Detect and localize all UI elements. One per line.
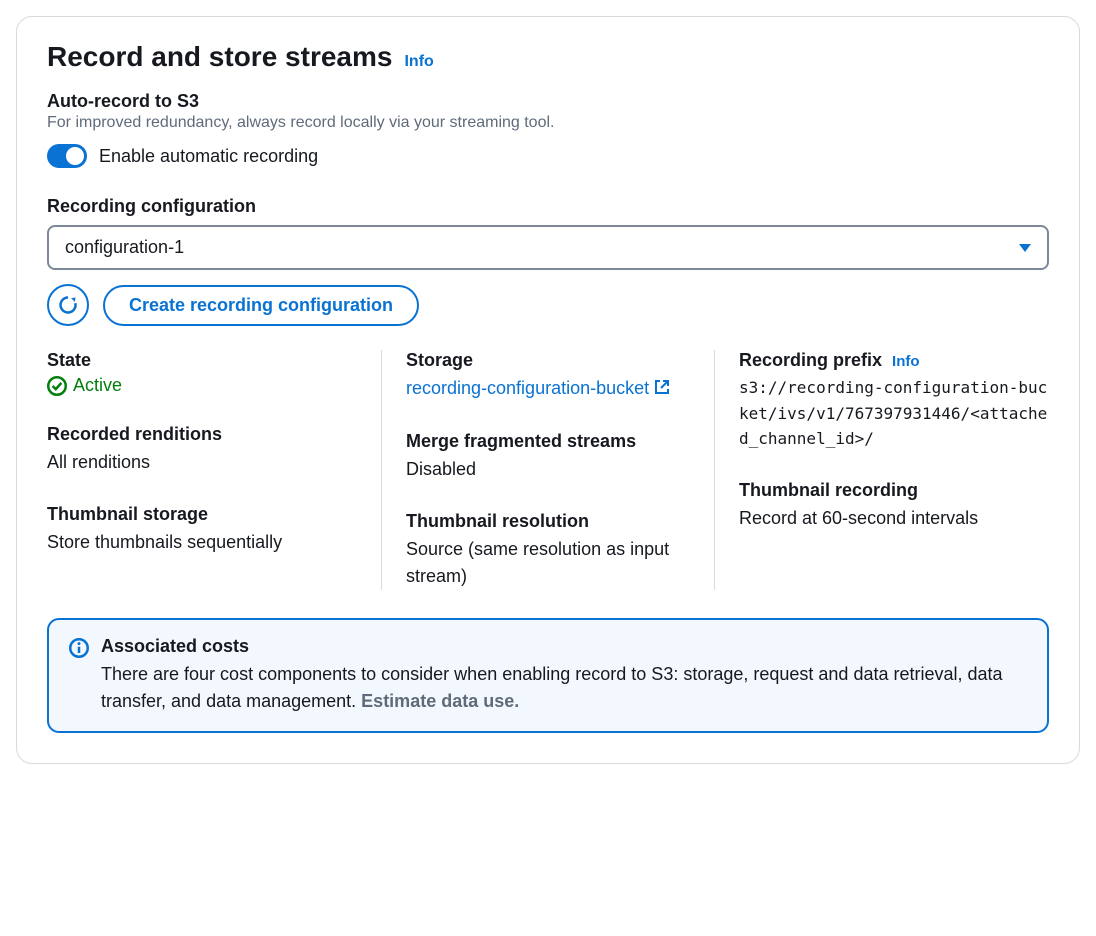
panel-title: Record and store streams: [47, 41, 392, 73]
auto-record-section: Auto-record to S3 For improved redundanc…: [47, 91, 1049, 168]
toggle-row: Enable automatic recording: [47, 144, 1049, 168]
thumb-recording-item: Thumbnail recording Record at 60-second …: [739, 480, 1049, 532]
recording-config-value: configuration-1: [65, 237, 184, 258]
panel-header: Record and store streams Info: [47, 41, 1049, 73]
storage-link[interactable]: recording-configuration-bucket: [406, 378, 670, 398]
storage-label: Storage: [406, 350, 690, 371]
merge-item: Merge fragmented streams Disabled: [406, 431, 690, 483]
prefix-value: s3://recording-configuration-bucket/ivs/…: [739, 375, 1049, 452]
enable-recording-toggle[interactable]: [47, 144, 87, 168]
chevron-down-icon: [1019, 244, 1031, 252]
thumb-storage-value: Store thumbnails sequentially: [47, 529, 357, 556]
details-col-1: State Active Recorded renditions All ren…: [47, 350, 381, 590]
merge-label: Merge fragmented streams: [406, 431, 690, 452]
thumb-storage-label: Thumbnail storage: [47, 504, 357, 525]
panel-info-link[interactable]: Info: [404, 53, 433, 71]
thumb-resolution-label: Thumbnail resolution: [406, 511, 690, 532]
prefix-info-link[interactable]: Info: [892, 353, 920, 370]
create-config-button[interactable]: Create recording configuration: [103, 285, 419, 326]
thumb-resolution-item: Thumbnail resolution Source (same resolu…: [406, 511, 690, 590]
renditions-label: Recorded renditions: [47, 424, 357, 445]
renditions-item: Recorded renditions All renditions: [47, 424, 357, 476]
estimate-link[interactable]: Estimate data use.: [361, 691, 519, 711]
refresh-button[interactable]: [47, 284, 89, 326]
alert-text: There are four cost components to consid…: [101, 661, 1027, 715]
thumb-resolution-value: Source (same resolution as input stream): [406, 536, 690, 590]
recording-config-section: Recording configuration configuration-1 …: [47, 196, 1049, 326]
storage-item: Storage recording-configuration-bucket: [406, 350, 690, 403]
info-icon: [69, 638, 89, 715]
auto-record-hint: For improved redundancy, always record l…: [47, 114, 1049, 132]
state-text: Active: [73, 375, 122, 396]
details-grid: State Active Recorded renditions All ren…: [47, 350, 1049, 590]
thumb-recording-value: Record at 60-second intervals: [739, 505, 1049, 532]
alert-body: There are four cost components to consid…: [101, 664, 1003, 711]
check-circle-icon: [47, 376, 67, 396]
external-link-icon: [654, 379, 670, 395]
merge-value: Disabled: [406, 456, 690, 483]
state-label: State: [47, 350, 357, 371]
storage-value-wrap: recording-configuration-bucket: [406, 375, 690, 403]
prefix-item: Recording prefix Info s3://recording-con…: [739, 350, 1049, 452]
alert-content: Associated costs There are four cost com…: [101, 636, 1027, 715]
alert-title: Associated costs: [101, 636, 1027, 657]
config-button-row: Create recording configuration: [47, 284, 1049, 326]
recording-config-select[interactable]: configuration-1: [47, 225, 1049, 270]
thumb-recording-label: Thumbnail recording: [739, 480, 1049, 501]
state-value: Active: [47, 375, 357, 396]
renditions-value: All renditions: [47, 449, 357, 476]
record-store-panel: Record and store streams Info Auto-recor…: [16, 16, 1080, 764]
storage-link-text: recording-configuration-bucket: [406, 378, 649, 398]
costs-alert: Associated costs There are four cost com…: [47, 618, 1049, 733]
recording-config-label: Recording configuration: [47, 196, 1049, 217]
state-item: State Active: [47, 350, 357, 396]
details-col-2: Storage recording-configuration-bucket M…: [381, 350, 715, 590]
prefix-label-row: Recording prefix Info: [739, 350, 1049, 371]
refresh-icon: [58, 295, 78, 315]
thumb-storage-item: Thumbnail storage Store thumbnails seque…: [47, 504, 357, 556]
prefix-label: Recording prefix: [739, 350, 882, 371]
auto-record-label: Auto-record to S3: [47, 91, 1049, 112]
toggle-label: Enable automatic recording: [99, 146, 318, 167]
details-col-3: Recording prefix Info s3://recording-con…: [715, 350, 1049, 590]
